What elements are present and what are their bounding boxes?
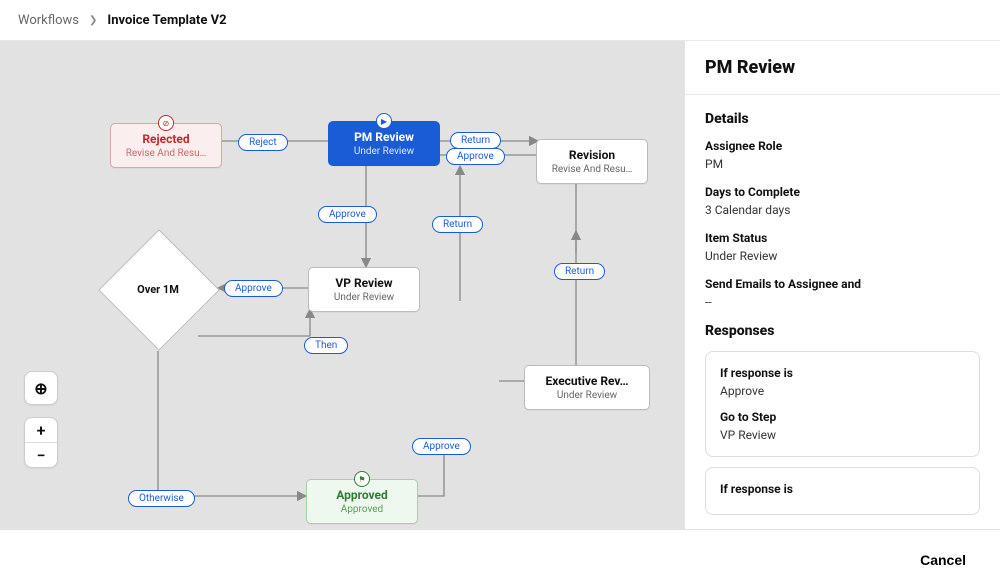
status-label: Item Status <box>705 231 980 245</box>
panel-title: PM Review <box>685 41 1000 95</box>
emails-label: Send Emails to Assignee and <box>705 277 980 291</box>
edge-label-return[interactable]: Return <box>432 216 483 233</box>
edge-label-reject[interactable]: Reject <box>238 134 288 151</box>
node-executive-review[interactable]: Executive Rev… Under Review <box>524 365 650 410</box>
edge-label-approve[interactable]: Approve <box>318 206 377 223</box>
details-panel: PM Review Details Assignee Role PM Days t… <box>684 41 1000 529</box>
breadcrumb-root[interactable]: Workflows <box>18 13 79 28</box>
breadcrumb: Workflows ❯ Invoice Template V2 <box>0 0 1000 41</box>
node-subtitle: Under Review <box>319 292 409 303</box>
node-title: VP Review <box>319 276 409 290</box>
footer: Cancel <box>0 529 1000 588</box>
decision-label: Over 1M <box>98 229 218 349</box>
recenter-button[interactable]: ⊕ <box>24 371 58 405</box>
edge-label-return[interactable]: Return <box>554 263 605 280</box>
goto-step-value: VP Review <box>720 428 965 442</box>
response-card[interactable]: If response is Approve Go to Step VP Rev… <box>705 351 980 457</box>
node-subtitle: Revise And Resu… <box>121 148 211 159</box>
response-card[interactable]: If response is <box>705 467 980 515</box>
plus-icon: + <box>37 421 46 440</box>
assignee-role-value: PM <box>705 157 980 171</box>
edge-label-then[interactable]: Then <box>304 337 348 354</box>
crosshair-icon: ⊕ <box>34 379 47 398</box>
edge-label-otherwise[interactable]: Otherwise <box>128 490 195 507</box>
rejected-icon: ⊘ <box>158 115 174 131</box>
node-rejected[interactable]: ⊘ Rejected Revise And Resu… <box>110 123 222 168</box>
emails-value: -- <box>705 295 980 309</box>
assignee-role-label: Assignee Role <box>705 139 980 153</box>
edge-label-approve[interactable]: Approve <box>224 280 283 297</box>
days-value: 3 Calendar days <box>705 203 980 217</box>
node-title: Approved <box>317 488 407 502</box>
node-subtitle: Revise And Resu… <box>547 164 637 175</box>
node-revision[interactable]: Revision Revise And Resu… <box>536 139 648 184</box>
play-icon: ▶ <box>376 113 392 129</box>
zoom-in-button[interactable]: + <box>25 418 57 442</box>
if-response-label: If response is <box>720 366 965 380</box>
node-approved[interactable]: ⚑ Approved Approved <box>306 479 418 524</box>
breadcrumb-current: Invoice Template V2 <box>107 13 226 28</box>
node-vp-review[interactable]: VP Review Under Review <box>308 267 420 312</box>
node-title: Executive Rev… <box>535 374 639 388</box>
details-heading: Details <box>705 111 980 127</box>
edge-label-approve[interactable]: Approve <box>412 438 471 455</box>
edge-label-return[interactable]: Return <box>450 132 501 149</box>
edge-label-approve[interactable]: Approve <box>446 148 505 165</box>
node-subtitle: Approved <box>317 504 407 515</box>
minus-icon: − <box>37 446 46 465</box>
cancel-button[interactable]: Cancel <box>914 551 972 569</box>
responses-heading: Responses <box>705 323 980 339</box>
if-response-label: If response is <box>720 482 965 496</box>
node-decision-over1m[interactable]: Over 1M <box>98 229 218 349</box>
days-label: Days to Complete <box>705 185 980 199</box>
zoom-out-button[interactable]: − <box>25 442 57 467</box>
node-subtitle: Under Review <box>535 390 639 401</box>
node-subtitle: Under Review <box>339 146 429 157</box>
chevron-right-icon: ❯ <box>89 15 97 26</box>
node-title: Revision <box>547 148 637 162</box>
goto-step-label: Go to Step <box>720 410 965 424</box>
flag-icon: ⚑ <box>354 471 370 487</box>
node-title: PM Review <box>339 130 429 144</box>
if-response-value: Approve <box>720 384 965 398</box>
status-value: Under Review <box>705 249 980 263</box>
node-pm-review[interactable]: ▶ PM Review Under Review <box>328 121 440 166</box>
workflow-canvas[interactable]: ⊘ Rejected Revise And Resu… ▶ PM Review … <box>0 41 684 529</box>
node-title: Rejected <box>121 132 211 146</box>
zoom-controls: ⊕ + − <box>24 371 58 468</box>
